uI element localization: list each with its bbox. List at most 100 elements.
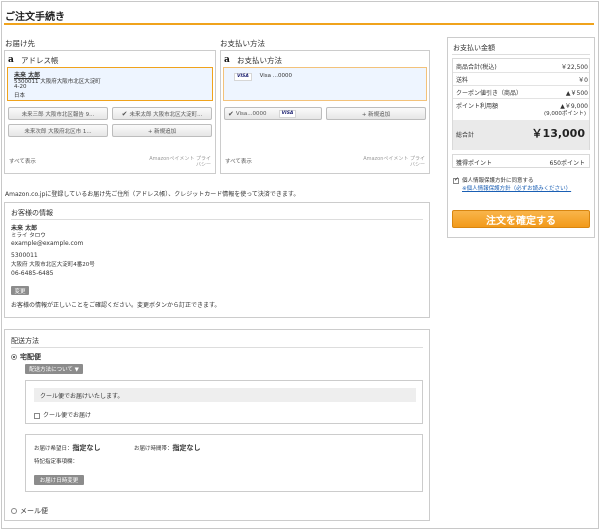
amazon-logo-icon: a	[8, 54, 14, 65]
delivery-time-label: お届け時間帯：	[134, 446, 173, 452]
radio-unselected-icon[interactable]	[11, 508, 17, 514]
selected-payment-row: VISA Visa ...0000	[234, 73, 292, 81]
shipping-option-takkyu[interactable]: 宅配便	[11, 352, 41, 362]
address-add-label: + 新規追加	[147, 128, 177, 135]
row-divider	[453, 98, 589, 99]
summary-coupon-label: クーポン値引き（商品）	[456, 90, 523, 97]
summary-title: お支払い金額	[453, 44, 495, 52]
delivery-time-row: お届け時間帯：指定なし	[134, 443, 201, 453]
address-widget-header: a アドレス帳	[8, 54, 59, 66]
cool-notice-banner: クール便でお届けいたします。	[34, 388, 416, 402]
shipping-box: 配送方法 宅配便 配送方法について ▼ クール便でお届けいたします。 クール便で…	[4, 329, 430, 521]
privacy-policy-link[interactable]: ※個人情報保護方針（必ずお読みください）	[462, 184, 571, 192]
payment-amazon-privacy-note[interactable]: Amazonペイメント プライバシー	[359, 156, 425, 168]
payment-card-label: Visa...0000	[235, 110, 267, 117]
page-title: ご注文手続き	[5, 12, 65, 23]
selected-address-card[interactable]: 未来 太郎 5300011 大阪府大阪市北区大淀町 4-20 日本	[7, 67, 213, 101]
checkbox-icon[interactable]	[34, 412, 40, 419]
payment-widget: a お支払い方法 VISA Visa ...0000 ✔ Visa...0000…	[220, 50, 430, 174]
payment-summary-box: お支払い金額 商品合計(税込) ￥22,500 送料 ￥0 クーポン値引き（商品） ▲…	[447, 37, 595, 238]
delivery-date-label: お届け希望日：	[34, 446, 73, 452]
amazon-logo-icon: a	[224, 54, 230, 65]
shipping-section-label: 配送方法	[11, 337, 39, 345]
payment-show-all-link[interactable]: すべて表示	[225, 157, 252, 165]
check-icon: ✔	[121, 109, 128, 118]
delivery-date-change-button[interactable]: お届け日時変更	[34, 475, 84, 485]
row-divider	[453, 85, 589, 86]
visa-logo-icon: VISA	[234, 73, 252, 81]
radio-selected-icon[interactable]	[11, 354, 17, 360]
selected-address-line1: 5300011 大阪府大阪市北区大淀町	[14, 79, 101, 85]
row-divider	[453, 72, 589, 73]
delivery-date-value: 指定なし	[72, 444, 101, 452]
cool-delivery-box: クール便でお届けいたします。 クール便でお届け	[25, 380, 423, 424]
customer-phone: 06-6485-6485	[11, 270, 54, 277]
payment-section-label: お支払い方法	[220, 39, 265, 48]
amazon-pay-notice: Amazon.co.jpに登録しているお届け先ご住所（アドレス帳）、クレジットカ…	[5, 191, 300, 198]
summary-row-shipping: 送料 ￥0	[456, 75, 588, 84]
address-book-widget: a アドレス帳 未来 太郎 5300011 大阪府大阪市北区大淀町 4-20 日…	[4, 50, 216, 174]
address-section-label: お届け先	[5, 39, 35, 48]
summary-shipping-label: 送料	[456, 77, 469, 84]
earned-points-label: 獲得ポイント	[456, 160, 493, 167]
address-option-2-button[interactable]: ✔ 未来太郎 大阪市北区大淀町...	[112, 107, 212, 120]
privacy-agree-row[interactable]: 個人情報保護方針に同意する	[453, 176, 534, 184]
delivery-time-value: 指定なし	[172, 444, 201, 452]
cool-delivery-checkbox-row[interactable]: クール便でお届け	[34, 410, 91, 419]
confirm-order-button[interactable]: 注文を確定する	[452, 210, 590, 228]
shipping-divider	[11, 347, 423, 348]
address-option-1-label: 未来三郎 大阪市北区報告 9...	[21, 111, 95, 118]
address-option-3-label: 未来次郎 大阪府北区市 1...	[24, 128, 92, 135]
earned-points-value: 650ポイント	[549, 160, 585, 167]
selected-payment-label: Visa ...0000	[259, 73, 293, 79]
summary-earned-points-row: 獲得ポイント 650ポイント	[452, 154, 590, 168]
summary-table: 商品合計(税込) ￥22,500 送料 ￥0 クーポン値引き（商品） ▲￥500 ポイ…	[452, 58, 590, 150]
customer-info-box: お客様の情報 未来 太郎 ミライ タロウ example@example.com…	[4, 202, 430, 318]
summary-row-coupon: クーポン値引き（商品） ▲￥500	[456, 88, 588, 97]
customer-kana: ミライ タロウ	[11, 233, 46, 239]
customer-divider	[11, 219, 423, 220]
summary-subtotal-label: 商品合計(税込)	[456, 64, 497, 71]
customer-section-label: お客様の情報	[11, 209, 53, 217]
delivery-date-box: お届け希望日：指定なし お届け時間帯：指定なし 特記指定事項欄： お届け日時変更	[25, 434, 423, 492]
customer-email: example@example.com	[11, 240, 84, 247]
summary-subtotal-value: ￥22,500	[561, 64, 588, 71]
delivery-date-row: お届け希望日：指定なし	[34, 443, 101, 453]
shipping-option-mail[interactable]: メール便	[11, 506, 48, 516]
summary-total-label: 総合計	[456, 132, 475, 139]
payment-add-label: + 新規追加	[361, 111, 391, 118]
address-option-1-button[interactable]: 未来三郎 大阪市北区報告 9...	[8, 107, 108, 120]
check-icon: ✔	[228, 109, 234, 118]
shipping-about-button[interactable]: 配送方法について ▼	[25, 364, 83, 374]
address-add-button[interactable]: + 新規追加	[112, 124, 212, 137]
summary-points-sub: (9,000ポイント)	[543, 111, 586, 117]
summary-shipping-value: ￥0	[578, 77, 588, 84]
payment-widget-title: お支払い方法	[237, 55, 282, 65]
cool-checkbox-label: クール便でお届け	[43, 412, 92, 419]
address-show-all-link[interactable]: すべて表示	[9, 157, 36, 165]
shipping-option-mail-label: メール便	[20, 507, 48, 515]
selected-payment-card[interactable]: VISA Visa ...0000	[223, 67, 427, 101]
shipping-option-takkyu-label: 宅配便	[20, 353, 41, 361]
address-option-3-button[interactable]: 未来次郎 大阪府北区市 1...	[8, 124, 108, 137]
payment-card-button[interactable]: ✔ Visa...0000 VISA	[224, 107, 322, 120]
selected-address-line2: 4-20	[14, 84, 27, 90]
checkbox-checked-icon[interactable]	[453, 176, 459, 184]
title-divider	[4, 23, 594, 25]
visa-logo-icon: VISA	[278, 109, 297, 118]
address-option-2-label: 未来太郎 大阪市北区大淀町...	[129, 111, 203, 118]
summary-row-subtotal: 商品合計(税込) ￥22,500	[456, 62, 588, 71]
customer-note: お客様の情報が正しいことをご確認ください。変更ボタンから訂正できます。	[11, 302, 221, 309]
delivery-memo-label: 特記指定事項欄：	[34, 459, 79, 465]
payment-add-button[interactable]: + 新規追加	[326, 107, 426, 120]
customer-change-button[interactable]: 変更	[11, 286, 29, 295]
customer-address: 大阪府 大阪市北区大淀町4番20号	[11, 262, 95, 268]
address-widget-title: アドレス帳	[21, 55, 59, 65]
address-amazon-privacy-note[interactable]: Amazonペイメント プライバシー	[145, 156, 211, 168]
cool-notice-text: クール便でお届けいたします。	[40, 393, 124, 400]
summary-points-label: ポイント利用額	[456, 103, 499, 110]
summary-coupon-value: ▲￥500	[565, 90, 588, 97]
summary-total-value: ￥13,000	[531, 127, 585, 140]
summary-divider	[452, 54, 590, 55]
customer-zip: 5300011	[11, 252, 38, 259]
